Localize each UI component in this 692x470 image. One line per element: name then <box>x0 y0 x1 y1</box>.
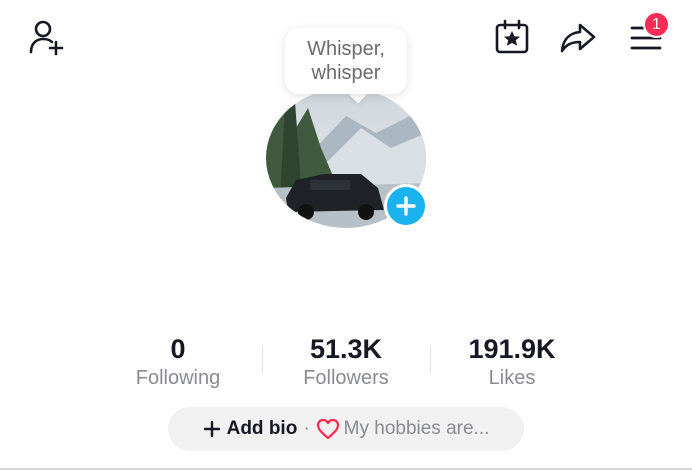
hobbies-label: My hobbies are... <box>343 418 490 439</box>
add-friend-icon <box>29 20 64 56</box>
following-stat[interactable]: 0 Following <box>108 333 248 390</box>
stat-divider <box>262 346 263 372</box>
calendar-star-icon <box>495 19 529 54</box>
following-count: 0 <box>170 334 186 364</box>
add-bio-label: Add bio <box>226 418 298 439</box>
likes-label: Likes <box>488 367 536 389</box>
add-friend-button[interactable] <box>24 16 68 60</box>
note-bubble-text: Whisper, whisper <box>307 38 385 84</box>
likes-stat[interactable]: 191.9K Likes <box>442 333 582 390</box>
note-bubble[interactable]: Whisper, whisper <box>285 28 407 94</box>
plus-icon <box>396 196 416 216</box>
notification-badge: 1 <box>643 11 670 38</box>
followers-label: Followers <box>303 367 389 389</box>
plus-icon <box>203 420 220 438</box>
heart-icon <box>316 418 339 440</box>
add-bio-pill[interactable]: Add bio · My hobbies are... <box>168 407 524 451</box>
share-button[interactable] <box>556 16 600 60</box>
likes-count: 191.9K <box>468 334 556 364</box>
followers-count: 51.3K <box>309 334 383 364</box>
calendar-button[interactable] <box>491 16 533 58</box>
followers-stat[interactable]: 51.3K Followers <box>276 333 416 390</box>
bio-separator: · <box>303 418 310 439</box>
add-avatar-button[interactable] <box>384 184 428 228</box>
following-label: Following <box>135 367 221 389</box>
share-icon <box>560 23 596 53</box>
stat-divider <box>430 346 431 372</box>
